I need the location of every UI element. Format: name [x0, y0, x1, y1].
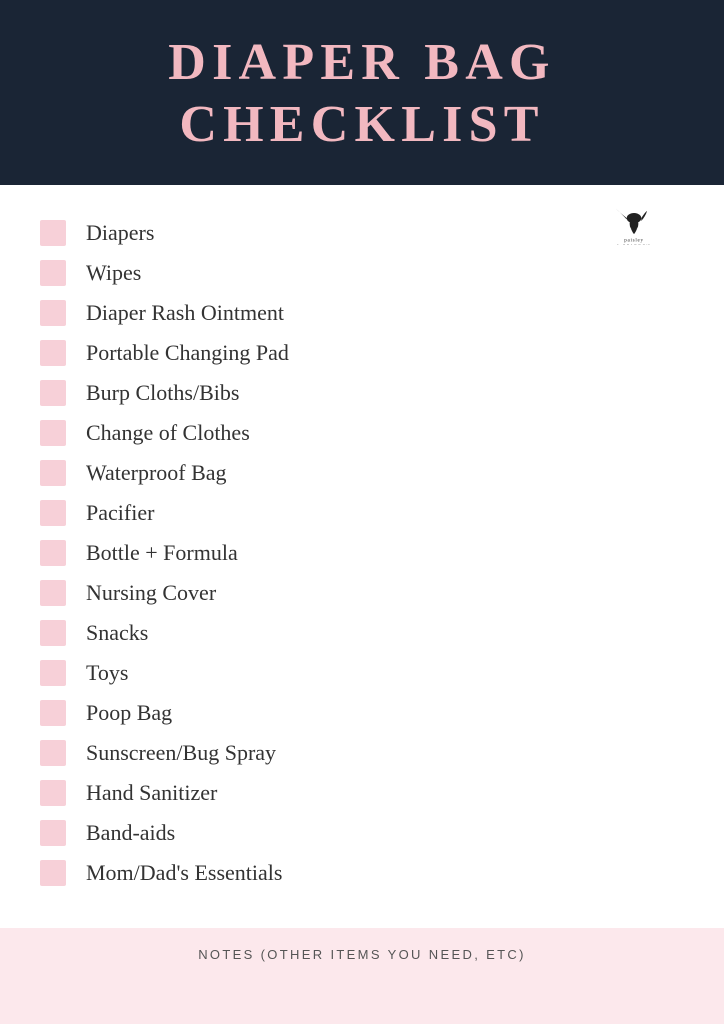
page-header: DIAPER BAG CHECKLIST — [0, 0, 724, 185]
checkbox[interactable] — [40, 780, 66, 806]
checklist: Diapers Wipes Diaper Rash Ointment Portable… — [40, 213, 684, 893]
checkbox[interactable] — [40, 420, 66, 446]
page-title: DIAPER BAG CHECKLIST — [20, 32, 704, 157]
item-label: Portable Changing Pad — [86, 340, 289, 366]
checkbox[interactable] — [40, 260, 66, 286]
list-item: Snacks — [40, 613, 684, 653]
item-label: Pacifier — [86, 500, 154, 526]
item-label: Nursing Cover — [86, 580, 216, 606]
item-label: Poop Bag — [86, 700, 172, 726]
item-label: Hand Sanitizer — [86, 780, 217, 806]
checkbox[interactable] — [40, 660, 66, 686]
notes-section: NOTES (OTHER ITEMS YOU NEED, ETC) — [0, 928, 724, 1024]
checkbox[interactable] — [40, 700, 66, 726]
checkbox[interactable] — [40, 860, 66, 886]
svg-text:paisley: paisley — [624, 237, 643, 243]
item-label: Diapers — [86, 220, 154, 246]
checkbox[interactable] — [40, 220, 66, 246]
checkbox[interactable] — [40, 820, 66, 846]
list-item: Portable Changing Pad — [40, 333, 684, 373]
item-label: Diaper Rash Ointment — [86, 300, 284, 326]
list-item: Nursing Cover — [40, 573, 684, 613]
list-item: Mom/Dad's Essentials — [40, 853, 684, 893]
item-label: Bottle + Formula — [86, 540, 238, 566]
main-content: paisley & SPARROW Diapers Wipes Diaper Ras… — [0, 185, 724, 918]
checkbox[interactable] — [40, 300, 66, 326]
list-item: Change of Clothes — [40, 413, 684, 453]
checkbox[interactable] — [40, 460, 66, 486]
list-item: Sunscreen/Bug Spray — [40, 733, 684, 773]
notes-label: NOTES (OTHER ITEMS YOU NEED, ETC) — [198, 947, 526, 962]
item-label: Snacks — [86, 620, 148, 646]
list-item: Hand Sanitizer — [40, 773, 684, 813]
list-item: Waterproof Bag — [40, 453, 684, 493]
checkbox[interactable] — [40, 620, 66, 646]
brand-logo: paisley & SPARROW — [604, 205, 664, 245]
list-item: Pacifier — [40, 493, 684, 533]
checkbox[interactable] — [40, 540, 66, 566]
item-label: Toys — [86, 660, 128, 686]
list-item: Diapers — [40, 213, 684, 253]
list-item: Poop Bag — [40, 693, 684, 733]
item-label: Band-aids — [86, 820, 175, 846]
list-item: Burp Cloths/Bibs — [40, 373, 684, 413]
checkbox[interactable] — [40, 580, 66, 606]
list-item: Diaper Rash Ointment — [40, 293, 684, 333]
list-item: Band-aids — [40, 813, 684, 853]
logo-area: paisley & SPARROW — [604, 205, 664, 250]
item-label: Sunscreen/Bug Spray — [86, 740, 276, 766]
list-item: Bottle + Formula — [40, 533, 684, 573]
list-item: Wipes — [40, 253, 684, 293]
item-label: Mom/Dad's Essentials — [86, 860, 282, 886]
item-label: Change of Clothes — [86, 420, 250, 446]
checkbox[interactable] — [40, 740, 66, 766]
checkbox[interactable] — [40, 500, 66, 526]
item-label: Burp Cloths/Bibs — [86, 380, 239, 406]
checkbox[interactable] — [40, 380, 66, 406]
svg-text:& SPARROW: & SPARROW — [617, 244, 652, 245]
list-item: Toys — [40, 653, 684, 693]
item-label: Waterproof Bag — [86, 460, 227, 486]
item-label: Wipes — [86, 260, 141, 286]
checkbox[interactable] — [40, 340, 66, 366]
